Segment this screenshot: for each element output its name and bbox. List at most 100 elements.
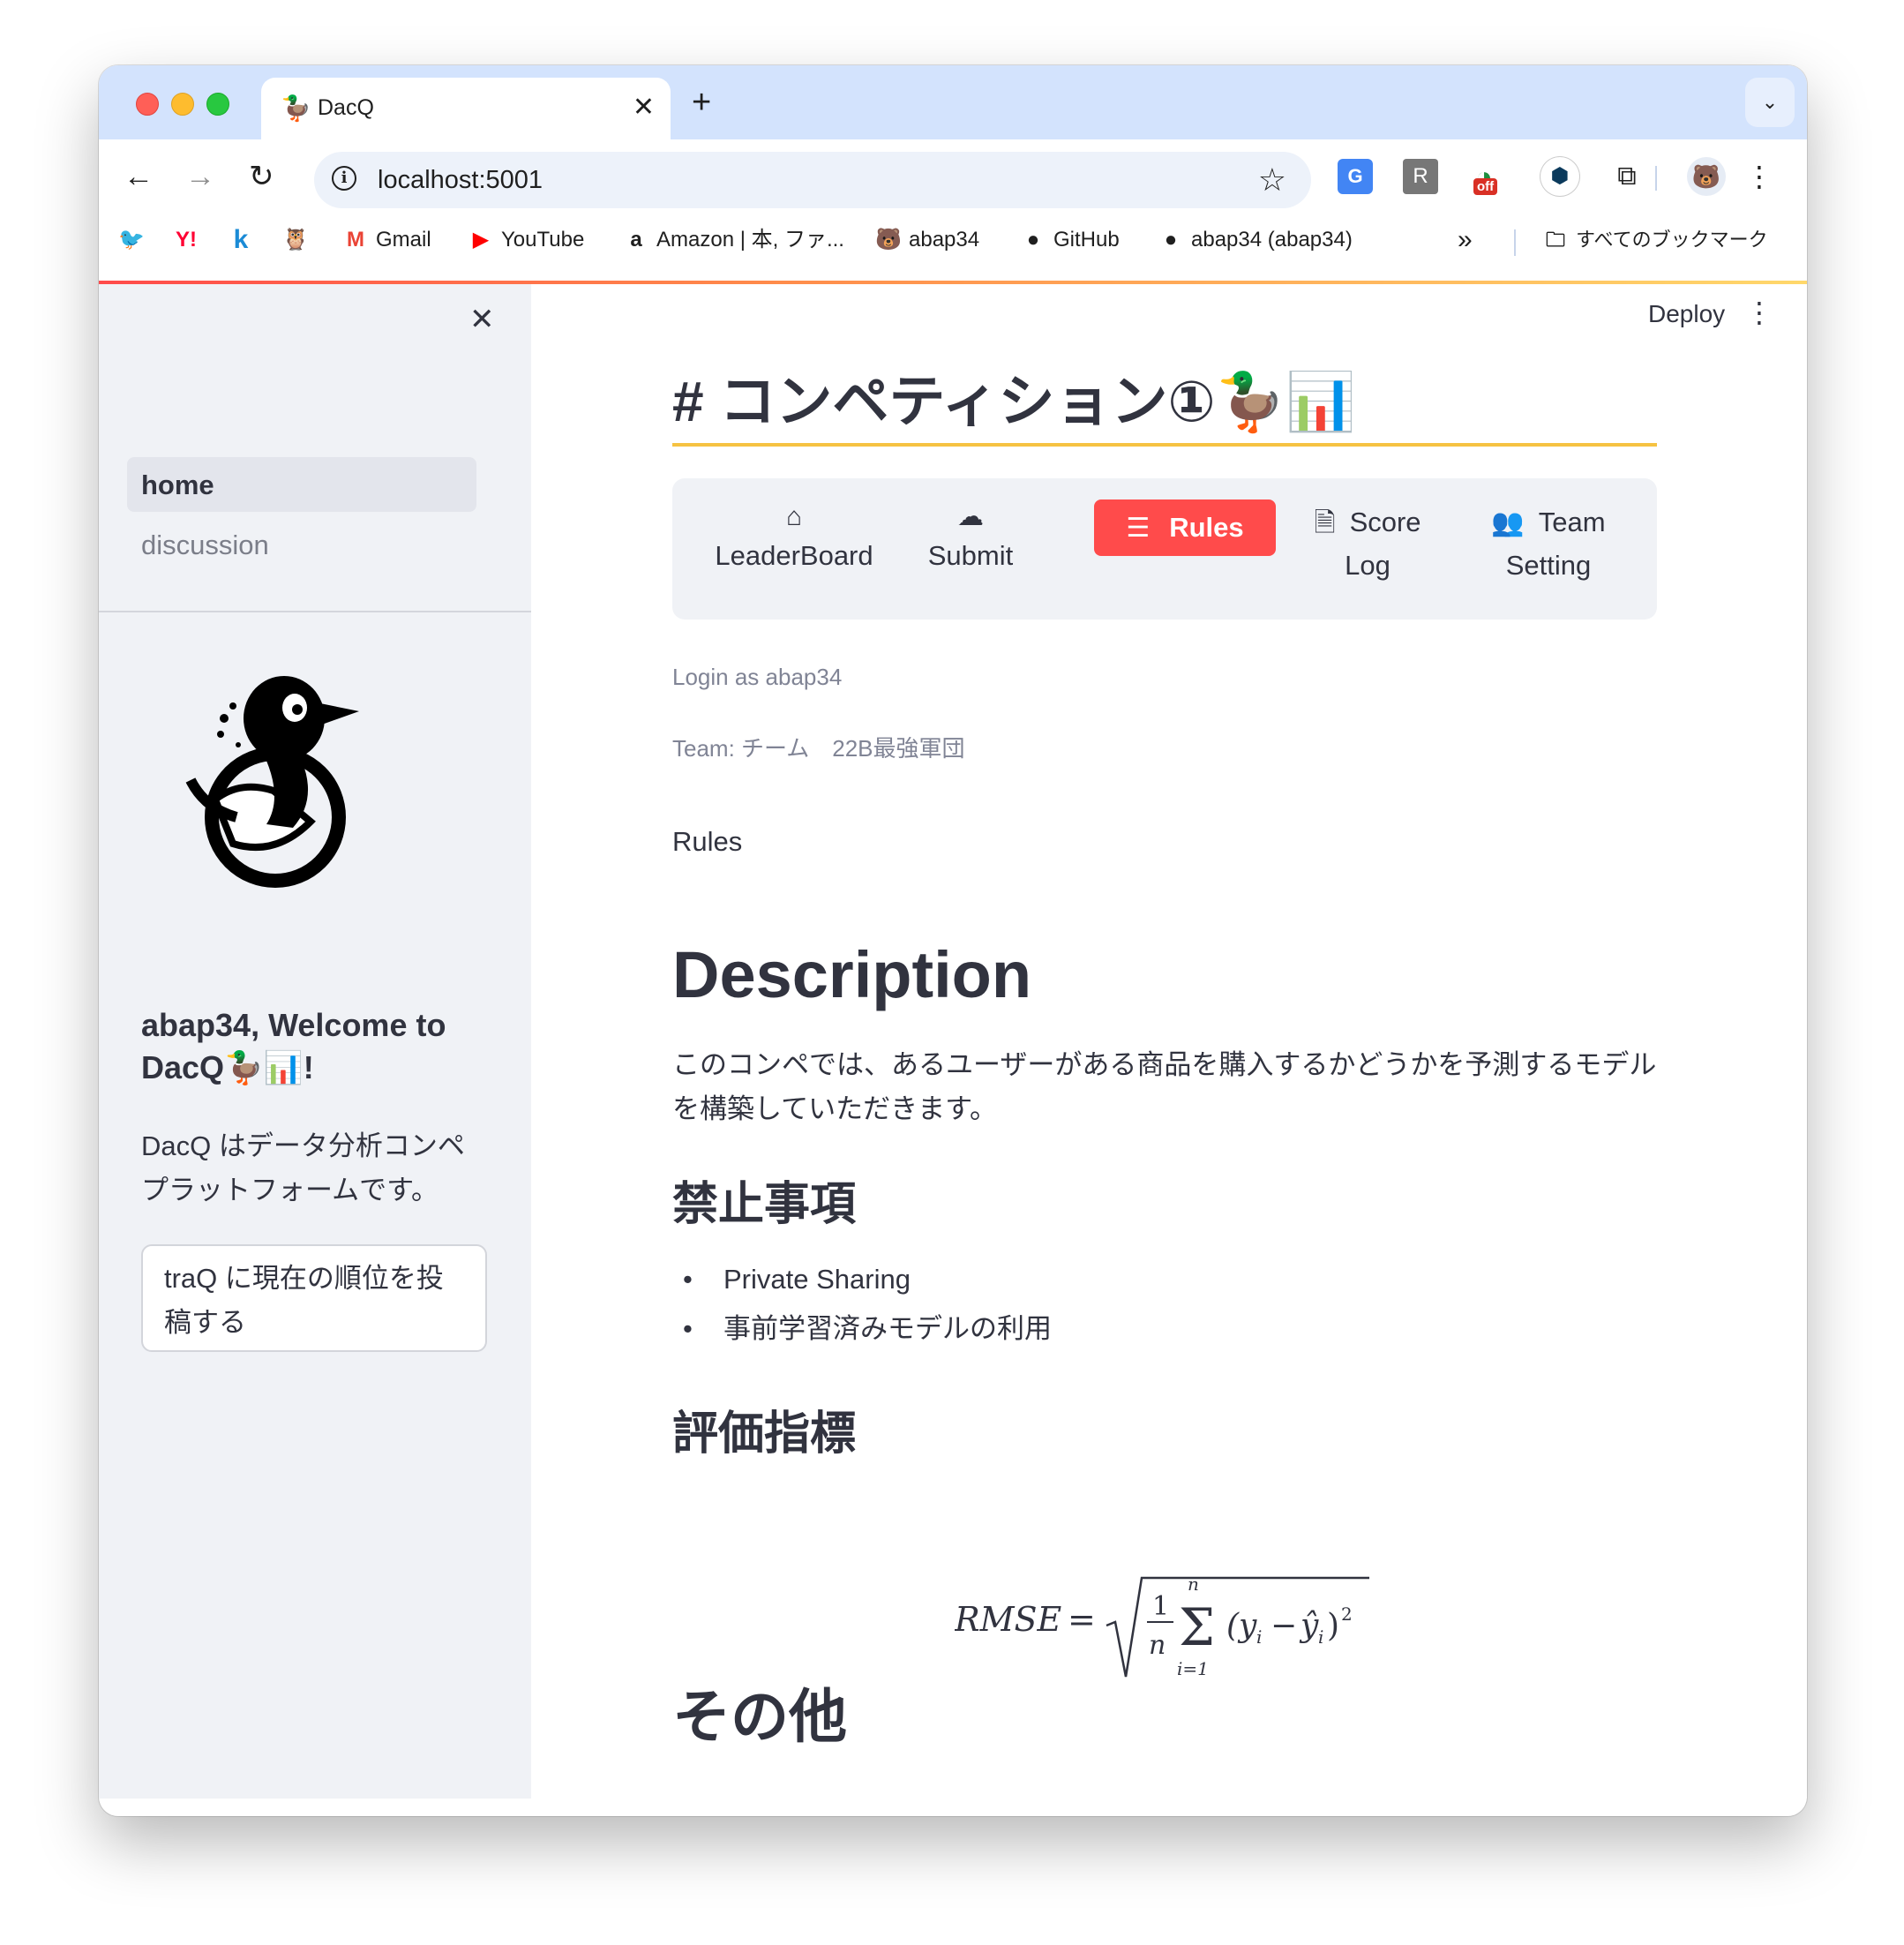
main-content: Deploy ⋮ # コンペティション①🦆📊 ⌂ LeaderBoard ☁ S… [531, 284, 1807, 1799]
tab-label: LeaderBoard [715, 540, 873, 571]
sidebar-item-label: discussion [141, 529, 269, 560]
svg-text:=: = [1068, 1600, 1096, 1639]
prohibited-list: • Private Sharing • 事前学習済みモデルの利用 [672, 1255, 1657, 1354]
description-text: このコンペでは、あるユーザーがある商品を購入するかどうかを予測するモデルを構築し… [672, 1049, 1657, 1124]
browser-window: 🦆 DacQ ✕ + ⌄ ← → ↻ i localhost:5001 ☆ G … [99, 65, 1807, 1816]
bookmarks-divider [1514, 229, 1516, 256]
home-icon: ⌂ [785, 502, 803, 531]
gmail-icon: M [347, 228, 364, 252]
svg-text:ŷ: ŷ [1299, 1608, 1319, 1644]
tab-rules[interactable]: ☰ Rules [1094, 499, 1276, 556]
site-info-icon[interactable]: i [332, 166, 356, 191]
bookmark-k[interactable]: k [228, 224, 261, 256]
sidebar-description: DacQ はデータ分析コンペプラットフォームです。 [141, 1130, 465, 1205]
translate-extension-icon[interactable]: G [1338, 159, 1373, 194]
cloud-upload-icon: ☁ [957, 502, 984, 531]
folder-icon: 🗀 [1545, 229, 1565, 251]
bookmark-github-abap34[interactable]: ● abap34 (abap34) [1158, 224, 1353, 256]
list-item-text: 事前学習済みモデルの利用 [723, 1313, 1052, 1344]
sidebar-item-discussion[interactable]: discussion [127, 517, 476, 572]
tab-label: Score Log [1345, 507, 1421, 581]
duck-logo-icon [185, 676, 359, 888]
bookmarks-overflow-icon[interactable]: » [1458, 224, 1473, 256]
post-rank-button[interactable]: traQ に現在の順位を投稿する [141, 1244, 487, 1352]
twitter-icon: 🐦 [118, 228, 145, 252]
tab-label: Submit [927, 540, 1014, 571]
tab-score-log[interactable]: 🗎 Score Log [1297, 501, 1438, 587]
bookmark-youtube[interactable]: ▶ YouTube [468, 224, 585, 256]
bear-icon: 🐻 [875, 228, 902, 252]
description-heading: Description [672, 938, 1032, 1011]
bullet: • [683, 1264, 693, 1295]
minimize-window-button[interactable] [171, 93, 194, 116]
duck-favicon-icon: 🦆 [281, 94, 311, 122]
tab-close-icon[interactable]: ✕ [633, 90, 655, 125]
browser-menu-icon[interactable]: ⋮ [1745, 155, 1773, 198]
bookmarks-bar: 🐦 Y! k 🦉 M Gmail ▶ YouTube a Amazon | 本, ファ… [99, 217, 1807, 265]
close-sidebar-icon[interactable]: ✕ [469, 302, 495, 337]
bookmark-label: abap34 [909, 228, 980, 252]
address-bar[interactable]: i localhost:5001 ☆ [314, 152, 1311, 208]
browser-tab[interactable]: 🦆 DacQ ✕ [261, 78, 671, 139]
page-title: # コンペティション①🦆📊 [672, 370, 1357, 433]
hexagon-extension-icon[interactable]: ⬢ [1540, 157, 1579, 196]
bullet: • [683, 1313, 693, 1344]
bookmark-gmail[interactable]: M Gmail [342, 224, 431, 256]
profile-avatar[interactable]: 🐻 [1687, 157, 1726, 196]
team-caption: Team: チーム 22B最強軍団 [672, 735, 965, 762]
chevron-down-icon: ⌄ [1761, 91, 1779, 113]
amazon-icon: a [630, 228, 642, 252]
bookmark-twitter[interactable]: 🐦 [118, 224, 152, 256]
tab-submit[interactable]: ☁ Submit [900, 499, 1041, 577]
tab-leaderboard[interactable]: ⌂ LeaderBoard [706, 499, 882, 577]
bookmark-github[interactable]: ● GitHub [1020, 224, 1120, 256]
bookmark-label: Amazon | 本, ファ... [656, 228, 844, 252]
sidebar-divider [99, 611, 531, 612]
svg-text:−: − [1271, 1608, 1297, 1644]
bookmark-owl[interactable]: 🦉 [282, 224, 316, 256]
rmse-formula: RMSE = 1 n n Σ i=1 (y i − ŷ i ) 2 [955, 1573, 1369, 1679]
sidebar-item-home[interactable]: home [127, 457, 476, 512]
bookmark-yahoo[interactable]: Y! [173, 224, 206, 256]
forward-arrow-icon[interactable]: → [185, 157, 215, 196]
svg-text:i=1: i=1 [1177, 1658, 1209, 1679]
browser-toolbar: ← → ↻ i localhost:5001 ☆ G R ◔ off ⬢ ⧉ 🐻… [99, 139, 1807, 217]
off-badge: off [1473, 178, 1498, 195]
bookmark-label: Gmail [376, 228, 431, 252]
extensions-puzzle-icon[interactable]: ⧉ [1609, 159, 1645, 194]
tab-list-button[interactable]: ⌄ [1745, 78, 1795, 127]
bookmark-star-icon[interactable]: ☆ [1258, 161, 1286, 199]
yahoo-icon: Y! [176, 228, 197, 252]
url-text[interactable]: localhost:5001 [378, 166, 543, 195]
people-icon: 👥 [1491, 508, 1525, 537]
maximize-window-button[interactable] [206, 93, 229, 116]
svg-text:): ) [1327, 1608, 1339, 1644]
new-tab-button[interactable]: + [692, 85, 711, 120]
sidebar: ✕ home discussion abap34, Welcome to Dac… [99, 284, 531, 1799]
all-bookmarks-label: すべてのブックマーク [1576, 229, 1768, 251]
all-bookmarks[interactable]: 🗀 すべてのブックマーク [1542, 224, 1768, 256]
other-heading: その他 [672, 1684, 847, 1749]
bookmark-amazon[interactable]: a Amazon | 本, ファ... [623, 224, 844, 256]
app-menu-icon[interactable]: ⋮ [1745, 295, 1773, 330]
prohibited-heading: 禁止事項 [672, 1179, 857, 1230]
back-arrow-icon[interactable]: ← [124, 157, 154, 196]
svg-text:n: n [1188, 1573, 1199, 1595]
bookmark-label: abap34 (abap34) [1191, 228, 1353, 252]
github-icon: ● [1026, 228, 1040, 252]
reload-icon[interactable]: ↻ [249, 157, 274, 196]
svg-text:i: i [1256, 1626, 1262, 1648]
welcome-heading: abap34, Welcome to DacQ🦆📊! [141, 1007, 446, 1085]
tab-team-setting[interactable]: 👥 Team Setting [1473, 501, 1623, 587]
list-item-text: Private Sharing [723, 1264, 911, 1295]
youtube-icon: ▶ [472, 228, 490, 252]
deploy-button[interactable]: Deploy [1648, 300, 1725, 328]
owl-icon: 🦉 [282, 228, 309, 252]
r-extension-icon[interactable]: R [1403, 159, 1438, 194]
document-icon: 🗎 [1314, 508, 1336, 537]
bookmark-abap34[interactable]: 🐻 abap34 [875, 224, 979, 256]
svg-text:i: i [1318, 1626, 1323, 1648]
close-window-button[interactable] [136, 93, 159, 116]
svg-text:n: n [1149, 1630, 1166, 1661]
option-menu: ⌂ LeaderBoard ☁ Submit ☰ Rules 🗎 Score Log… [672, 478, 1657, 620]
